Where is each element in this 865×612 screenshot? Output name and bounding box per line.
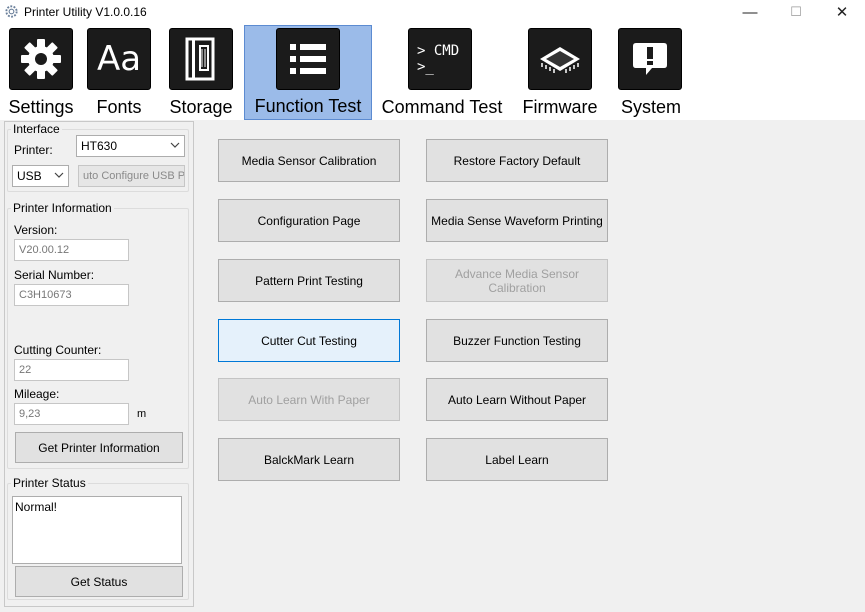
printer-model-select[interactable]: HT630	[76, 135, 185, 157]
mileage-unit: m	[137, 408, 147, 420]
blackmark-learn-button[interactable]: BalckMark Learn	[218, 438, 400, 481]
media-sensor-calibration-button[interactable]: Media Sensor Calibration	[218, 139, 400, 182]
port-value: USB	[17, 169, 42, 183]
cutter-cut-testing-button[interactable]: Cutter Cut Testing	[218, 319, 400, 362]
media-sense-waveform-printing-button[interactable]: Media Sense Waveform Printing	[426, 199, 608, 242]
mileage-field: 9,23	[14, 403, 129, 425]
maximize-button[interactable]: ☐	[773, 0, 819, 24]
font-icon: Aa	[87, 28, 151, 90]
auto-configure-usb-button[interactable]: uto Configure USB Pc	[78, 165, 185, 187]
printer-label: Printer:	[14, 143, 53, 157]
cmd-icon-line1: > CMD	[417, 43, 460, 59]
font-icon-glyph: Aa	[96, 39, 142, 79]
app-gear-icon	[5, 5, 18, 18]
minimize-button[interactable]: —	[727, 0, 773, 24]
restore-factory-default-button[interactable]: Restore Factory Default	[426, 139, 608, 182]
buzzer-function-testing-button[interactable]: Buzzer Function Testing	[426, 319, 608, 362]
tab-system-label: System	[620, 97, 681, 117]
title-bar: Printer Utility V1.0.0.16 — ☐ ✕	[0, 0, 865, 24]
list-icon	[276, 28, 340, 90]
storage-icon	[169, 28, 233, 90]
printer-model-value: HT630	[81, 139, 118, 153]
window-title: Printer Utility V1.0.0.16	[24, 5, 147, 19]
cmd-icon: > CMD >_	[408, 28, 472, 90]
tab-settings[interactable]: Settings	[6, 26, 76, 120]
cutting-counter-label: Cutting Counter:	[14, 343, 102, 357]
tab-firmware[interactable]: Firmware	[520, 26, 600, 120]
chevron-down-icon	[54, 172, 64, 178]
printer-utility-window: Printer Utility V1.0.0.16 — ☐ ✕ Settings…	[0, 0, 865, 612]
auto-learn-with-paper-button[interactable]: Auto Learn With Paper	[218, 378, 400, 421]
tab-fonts[interactable]: Aa Fonts	[84, 26, 154, 120]
tab-function-test-label: Function Test	[254, 96, 362, 116]
tab-storage-label: Storage	[169, 97, 233, 117]
tab-function-test[interactable]: Function Test	[244, 25, 372, 120]
close-button[interactable]: ✕	[819, 0, 865, 24]
chevron-down-icon	[170, 142, 180, 148]
printer-information-legend: Printer Information	[13, 201, 112, 215]
tab-fonts-label: Fonts	[96, 97, 142, 117]
printer-status-text: Normal!	[12, 496, 182, 564]
auto-learn-without-paper-button[interactable]: Auto Learn Without Paper	[426, 378, 608, 421]
alert-icon	[618, 28, 682, 90]
tab-command-test-label: Command Test	[381, 97, 503, 117]
cutting-counter-field: 22	[14, 359, 129, 381]
label-learn-button[interactable]: Label Learn	[426, 438, 608, 481]
version-label: Version:	[14, 223, 58, 237]
gear-icon	[9, 28, 73, 90]
mileage-label: Mileage:	[14, 387, 60, 401]
pattern-print-testing-button[interactable]: Pattern Print Testing	[218, 259, 400, 302]
tab-storage[interactable]: Storage	[166, 26, 236, 120]
advance-media-sensor-calibration-button[interactable]: Advance Media Sensor Calibration	[426, 259, 608, 302]
port-select[interactable]: USB	[12, 165, 69, 187]
serial-number-field: C3H10673	[14, 284, 129, 306]
configuration-page-button[interactable]: Configuration Page	[218, 199, 400, 242]
tab-firmware-label: Firmware	[522, 97, 598, 117]
interface-legend: Interface	[13, 122, 60, 136]
tab-settings-label: Settings	[8, 97, 74, 117]
printer-status-legend: Printer Status	[13, 476, 86, 490]
get-printer-information-button[interactable]: Get Printer Information	[15, 432, 183, 463]
main-toolbar: Settings Aa Fonts Storage Function Test …	[0, 24, 865, 120]
get-status-button[interactable]: Get Status	[15, 566, 183, 597]
serial-number-label: Serial Number:	[14, 268, 95, 282]
left-panel: Interface Printer: HT630 USB uto Configu…	[4, 121, 194, 607]
chip-icon	[528, 28, 592, 90]
cmd-icon-line2: >_	[417, 59, 434, 75]
version-field: V20.00.12	[14, 239, 129, 261]
tab-command-test[interactable]: > CMD >_ Command Test	[380, 26, 504, 120]
tab-system[interactable]: System	[612, 26, 690, 120]
